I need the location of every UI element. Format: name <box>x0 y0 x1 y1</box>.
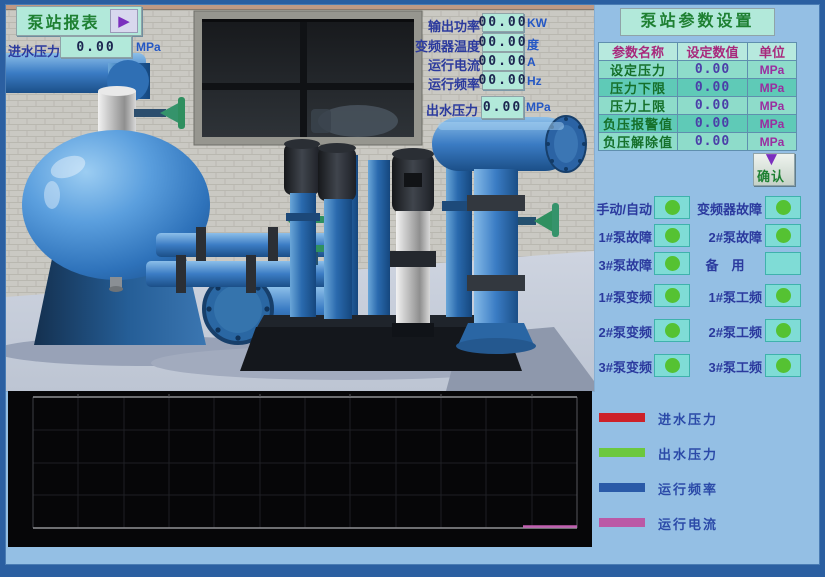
report-arrow-icon: ▶ <box>110 9 138 33</box>
pump-station-hmi-screen: 泵站报表 ▶ 进水压力 0.00 MPa 输出功率 00.00 KW 变频器温度… <box>0 0 825 577</box>
confirm-button[interactable]: ▼ 确认 <box>753 153 795 186</box>
run-frequency-value: 00.00 <box>482 71 524 90</box>
indicator-lamp-pump3-vfd <box>654 354 690 377</box>
indicator-label-pump3-mains: 3#泵工频 <box>688 357 762 376</box>
trend-chart <box>8 391 592 547</box>
inlet-pressure-unit: MPa <box>136 40 161 54</box>
legend-swatch-outlet <box>599 448 645 457</box>
vfd-temperature-unit: 度 <box>527 36 539 53</box>
indicator-label-pump1-fault: 1#泵故障 <box>583 227 652 246</box>
lamp-dot <box>776 288 791 303</box>
window <box>194 11 422 145</box>
indicator-label-vfd-fault: 变频器故障 <box>688 199 762 218</box>
parameter-table: 参数名称 设定数值 单位 设定压力 0.00 MPa 压力下限 0.00 MPa… <box>598 42 797 151</box>
indicator-lamp-pump3-mains <box>765 354 801 377</box>
inlet-pressure-value: 0.00 <box>60 36 132 58</box>
indicator-label-spare: 备 用 <box>688 255 762 274</box>
indicator-label-pump2-mains: 2#泵工频 <box>688 322 762 341</box>
param-value-input[interactable]: 0.00 <box>678 61 748 79</box>
indicator-label-manual-auto: 手动/自动 <box>583 199 652 218</box>
run-current-unit: A <box>527 55 536 69</box>
indicator-lamp-pump2-vfd <box>654 319 690 342</box>
lamp-dot <box>776 200 791 215</box>
lamp-dot <box>665 228 680 243</box>
param-name: 设定压力 <box>599 61 678 79</box>
indicator-lamp-pump2-mains <box>765 319 801 342</box>
lamp-dot <box>665 256 680 271</box>
indicator-label-pump3-fault: 3#泵故障 <box>583 255 652 274</box>
run-current-label: 运行电流 <box>400 55 480 74</box>
legend-swatch-current <box>599 518 645 527</box>
indicator-lamp-pump1-mains <box>765 284 801 307</box>
lamp-dot <box>665 358 680 373</box>
lamp-dot <box>665 200 680 215</box>
outlet-pressure-value: 0.00 <box>481 96 524 119</box>
indicator-label-pump2-fault: 2#泵故障 <box>688 227 762 246</box>
col-header-name: 参数名称 <box>599 43 678 61</box>
lamp-dot <box>665 323 680 338</box>
indicator-lamp-pump1-vfd <box>654 284 690 307</box>
parameter-panel-title: 泵站参数设置 <box>620 8 775 36</box>
legend-label-frequency: 运行频率 <box>658 479 718 498</box>
indicator-lamp-pump2-fault <box>765 224 801 247</box>
confirm-button-label: 确认 <box>757 166 785 185</box>
report-button-label: 泵站报表 <box>17 9 110 33</box>
param-value-input[interactable]: 0.00 <box>678 115 748 133</box>
param-value-input[interactable]: 0.00 <box>678 79 748 97</box>
run-frequency-unit: Hz <box>527 74 542 88</box>
indicator-lamp-vfd-fault <box>765 196 801 219</box>
param-unit: MPa <box>748 97 797 115</box>
indicator-label-pump3-vfd: 3#泵变频 <box>583 357 652 376</box>
output-power-unit: KW <box>527 16 547 30</box>
param-unit: MPa <box>748 115 797 133</box>
output-power-label: 输出功率 <box>400 16 480 35</box>
indicator-lamp-spare <box>765 252 801 275</box>
report-button[interactable]: 泵站报表 ▶ <box>16 6 142 36</box>
indicator-label-pump1-mains: 1#泵工频 <box>688 287 762 306</box>
lamp-dot <box>776 256 791 271</box>
lamp-dot <box>776 358 791 373</box>
param-unit: MPa <box>748 79 797 97</box>
trend-chart-grid <box>8 391 592 547</box>
outlet-pressure-unit: MPa <box>526 100 551 114</box>
col-header-value: 设定数值 <box>678 43 748 61</box>
indicator-label-pump2-vfd: 2#泵变频 <box>583 322 652 341</box>
col-header-unit: 单位 <box>748 43 797 61</box>
indicator-lamp-pump3-fault <box>654 252 690 275</box>
legend-label-outlet: 出水压力 <box>658 444 718 463</box>
indicator-label-pump1-vfd: 1#泵变频 <box>583 287 652 306</box>
legend-swatch-frequency <box>599 483 645 492</box>
vfd-temperature-value: 00.00 <box>482 33 524 52</box>
run-current-value: 00.00 <box>482 52 524 71</box>
lamp-dot <box>776 228 791 243</box>
output-power-value: 00.00 <box>482 13 524 32</box>
param-value-input[interactable]: 0.00 <box>678 133 748 151</box>
inlet-pressure-label: 进水压力 <box>8 41 60 60</box>
indicator-lamp-pump1-fault <box>654 224 690 247</box>
run-frequency-label: 运行频率 <box>400 74 480 93</box>
param-name: 压力下限 <box>599 79 678 97</box>
indicator-lamp-manual-auto <box>654 196 690 219</box>
param-name: 负压解除值 <box>599 133 678 151</box>
param-name: 压力上限 <box>599 97 678 115</box>
param-unit: MPa <box>748 61 797 79</box>
lamp-dot <box>665 288 680 303</box>
lamp-dot <box>776 323 791 338</box>
legend-label-current: 运行电流 <box>658 514 718 533</box>
vfd-temperature-label: 变频器温度 <box>400 36 480 55</box>
outlet-pressure-label: 出水压力 <box>426 100 478 119</box>
param-name: 负压报警值 <box>599 115 678 133</box>
param-value-input[interactable]: 0.00 <box>678 97 748 115</box>
legend-label-inlet: 进水压力 <box>658 409 718 428</box>
legend-swatch-inlet <box>599 413 645 422</box>
